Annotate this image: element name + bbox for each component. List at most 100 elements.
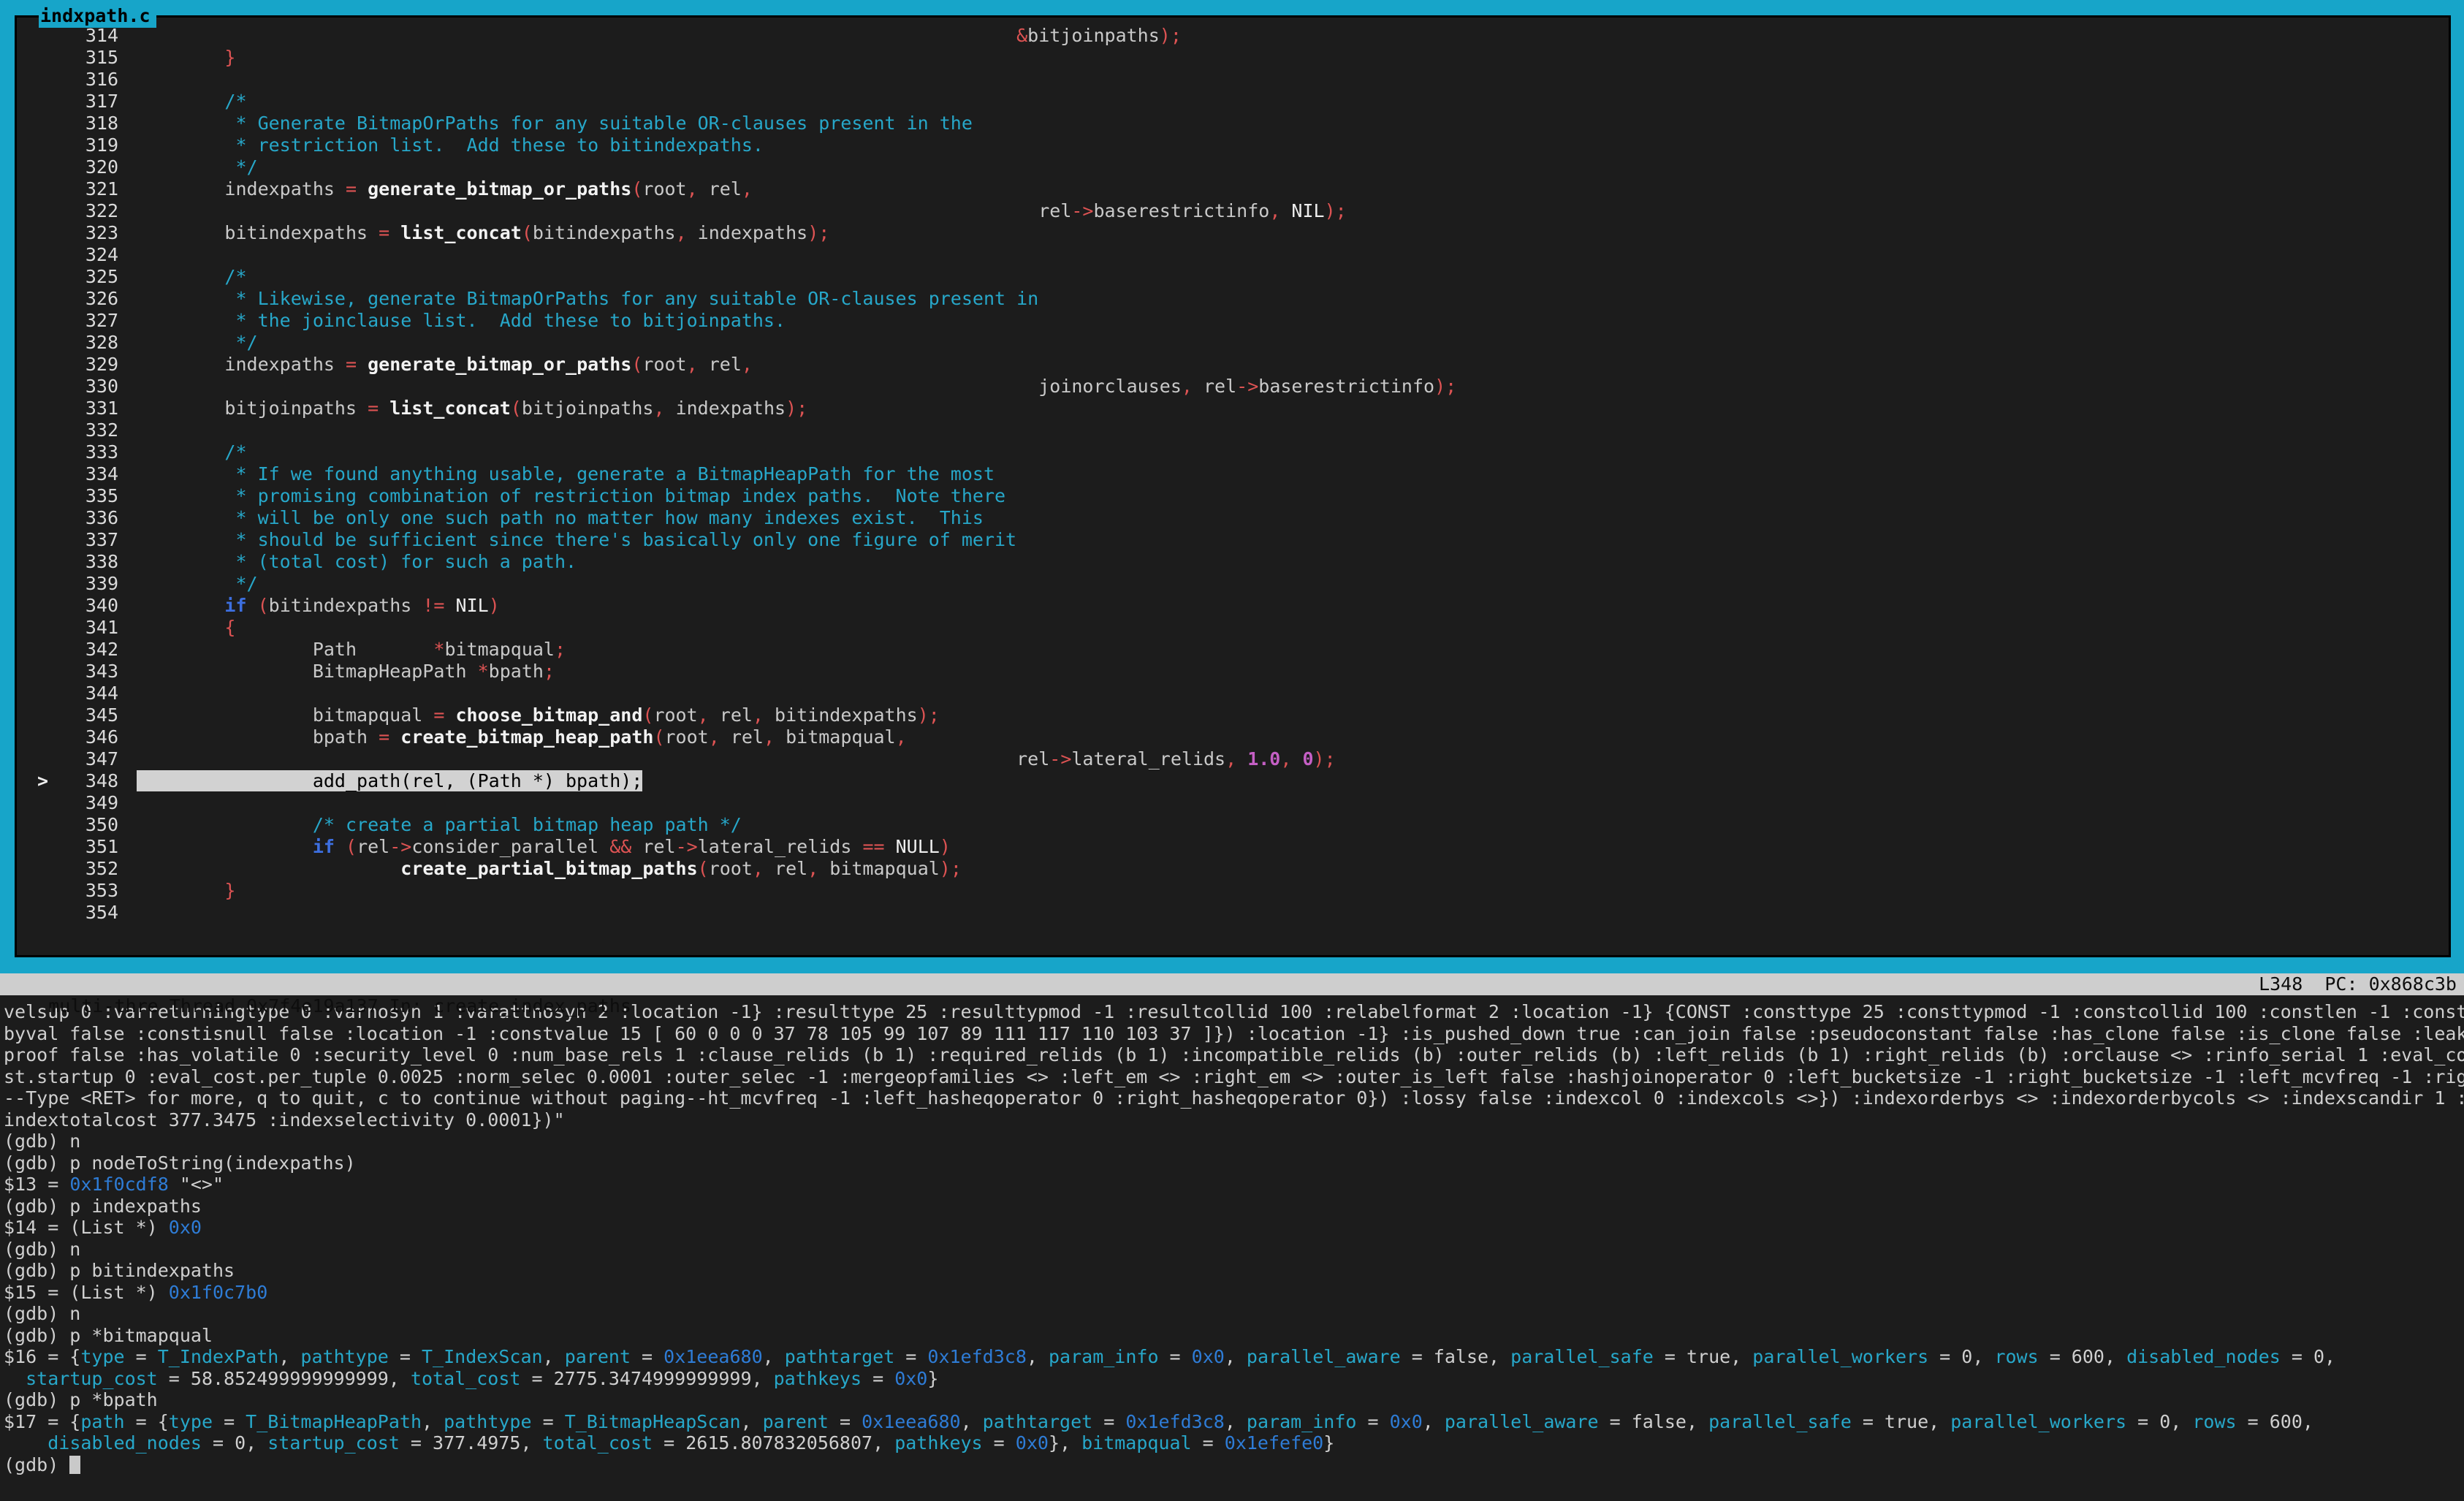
code-token: root [665,726,709,748]
source-line-323: 323 bitindexpaths = list_concat(bitindex… [17,222,2449,244]
source-code-text: /* create a partial bitmap heap path */ [137,814,742,836]
code-token: } [927,1368,938,1389]
console-line: (gdb) p *bpath [4,1389,2464,1411]
code-token: 0x1efd3c8 [927,1346,1026,1367]
source-code-text: * will be only one such path no matter h… [137,507,984,529]
code-token: , [709,726,731,748]
line-number: 318 [17,113,137,134]
status-bar: multi-thre Thread 0x7f4e19a137 In: creat… [0,973,2464,995]
code-token: /* create a partial bitmap heap path */ [313,814,742,835]
code-token: $17 = { [4,1411,80,1432]
code-token: ; [555,639,566,660]
code-token: (gdb) p bitindexpaths [4,1260,235,1281]
source-code-text: rel->baserestrictinfo, NIL); [137,200,1347,222]
code-token: pathtarget [983,1411,1093,1432]
code-token: pathkeys [774,1368,862,1389]
code-token: */ [224,332,257,353]
source-line-325: 325 /* [17,266,2449,288]
code-token: bitindexpaths [269,595,412,616]
code-token: disabled_nodes [2126,1346,2281,1367]
code-token: , [753,858,775,879]
code-token: ); [918,704,940,726]
source-code-text: rel->lateral_relids, 1.0, 0); [137,748,1336,770]
code-token [4,1368,26,1389]
source-code-text: bitindexpaths = list_concat(bitindexpath… [137,222,829,244]
code-token: , [1225,1346,1247,1367]
source-code-text: * Generate BitmapOrPaths for any suitabl… [137,113,973,134]
code-token: , [807,858,829,879]
terminal-cursor[interactable] [69,1456,80,1474]
code-token: (gdb) [4,1454,69,1475]
code-token: { [224,617,235,638]
code-token: && [598,836,642,857]
code-token: bpath [489,661,544,682]
code-token: * [478,661,489,682]
code-token: T_IndexPath [158,1346,279,1367]
code-token: * (total cost) for such a path. [224,551,577,572]
code-token: , [653,398,675,419]
code-token: $15 = (List *) [4,1282,169,1303]
source-code-text: if (rel->consider_parallel && rel->later… [137,836,951,858]
line-number: 327 [17,310,137,332]
code-token [467,661,478,682]
code-token: type [169,1411,213,1432]
code-token: = [389,1346,422,1367]
source-code-text: bitmapqual = choose_bitmap_and(root, rel… [137,704,940,726]
source-window-frame: indxpath.c 314 &bitjoinpaths);315 }31631… [15,15,2451,957]
code-token: , [1225,748,1247,770]
code-token: = [368,222,400,243]
line-number: 324 [17,244,137,266]
console-line: $14 = (List *) 0x0 [4,1217,2464,1239]
code-token: 0x0 [169,1217,202,1238]
status-thread-info: multi-thre Thread 0x7f4e19a137 In: creat… [48,995,631,1016]
source-line-346: 346 bpath = create_bitmap_heap_path(root… [17,726,2449,748]
code-token: rel [357,836,389,857]
source-line-354: 354 [17,902,2449,924]
code-token: NIL [1291,200,1324,221]
source-line-326: 326 * Likewise, generate BitmapOrPaths f… [17,288,2449,310]
code-token: param_info [1049,1346,1159,1367]
source-code-text: /* [137,91,247,113]
gdb-prompt-line[interactable]: (gdb) [4,1454,2464,1476]
source-line-321: 321 indexpaths = generate_bitmap_or_path… [17,178,2449,200]
code-token: rel [720,704,753,726]
code-token: $13 = [4,1174,69,1195]
code-token: T_IndexScan [422,1346,543,1367]
code-token: * [433,639,444,660]
code-token: ); [786,398,807,419]
code-token: ( [631,354,642,375]
line-number: 326 [17,288,137,310]
code-token: Path [313,639,357,660]
code-token: ); [940,858,962,879]
code-token: total_cost [543,1432,653,1454]
source-line-345: 345 bitmapqual = choose_bitmap_and(root,… [17,704,2449,726]
code-token: = [125,1346,158,1367]
line-number: 332 [17,419,137,441]
source-code-text: indexpaths = generate_bitmap_or_paths(ro… [137,354,753,376]
source-line-317: 317 /* [17,91,2449,113]
code-token: joinorclauses [1038,376,1182,397]
code-token: (gdb) p *bpath [4,1389,158,1410]
current-line-marker: > [37,770,48,792]
source-line-328: 328 */ [17,332,2449,354]
gdb-console[interactable]: velsup 0 :varreturningtype 0 :varnosyn 1… [0,995,2464,1475]
code-token: = [1092,1411,1125,1432]
code-token: lateral_relids [698,836,852,857]
console-line: startup_cost = 58.852499999999999, total… [4,1368,2464,1390]
code-token: 1.0 [1247,748,1280,770]
code-token: path [80,1411,124,1432]
source-code-text: { [137,617,235,639]
source-code-text: /* [137,441,247,463]
code-token: /* [224,91,246,112]
code-token: = [368,726,400,748]
code-token: parent [763,1411,829,1432]
code-token: , [687,354,709,375]
code-token: 0x1efefe0 [1225,1432,1323,1454]
code-token: root [653,704,697,726]
code-token: } [224,880,235,901]
line-number: 320 [17,156,137,178]
source-code-text: */ [137,156,258,178]
source-code-text: } [137,880,235,902]
line-number: >348 [17,770,137,792]
line-number: 345 [17,704,137,726]
